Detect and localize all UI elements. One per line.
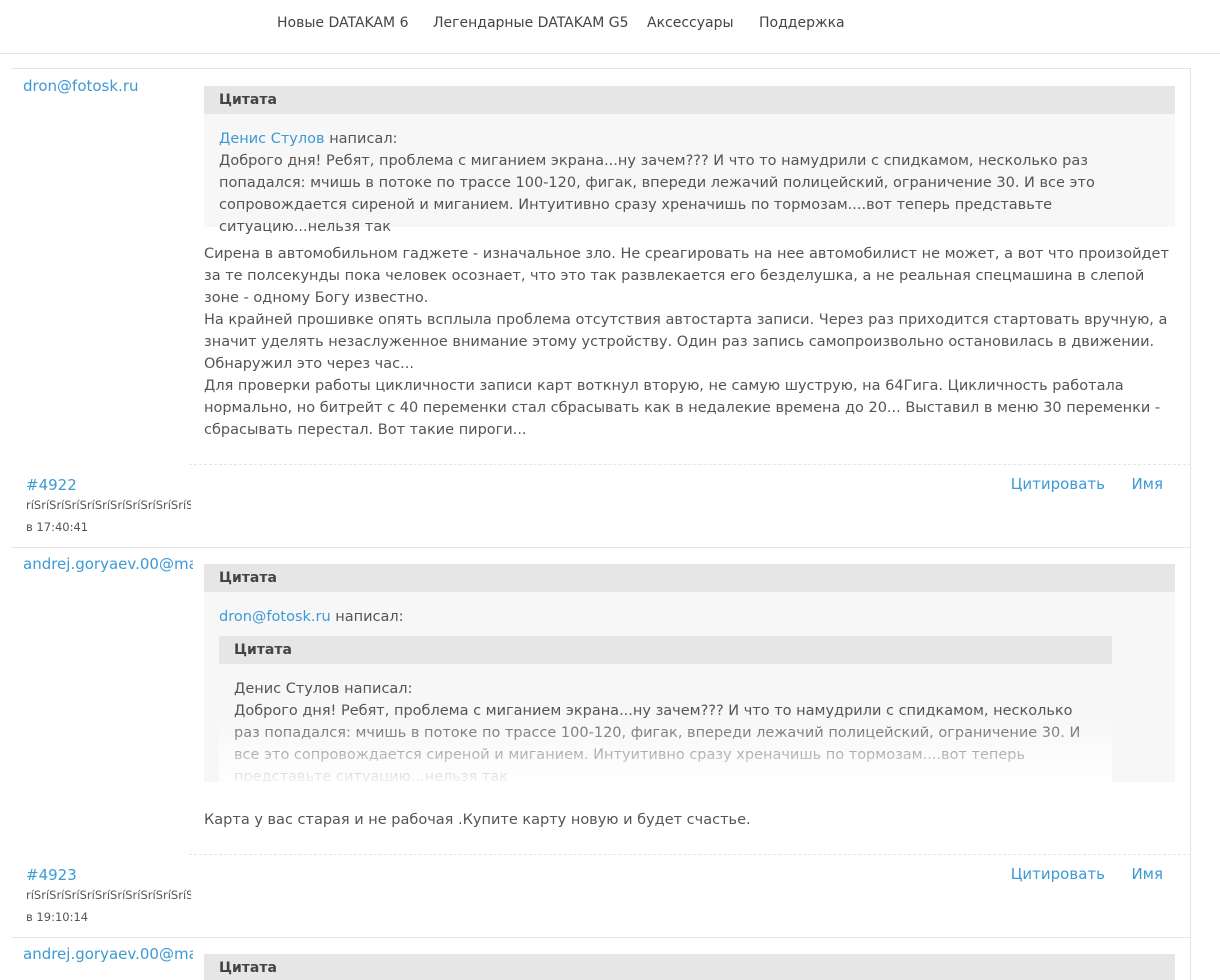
post-author[interactable]: dron@fotosk.ru (23, 77, 193, 95)
quote-body: dron@fotosk.ru написал: Цитата Денис Сту… (204, 592, 1175, 782)
post-paragraph: Для проверки работы цикличности записи к… (204, 378, 1161, 438)
quote-button[interactable]: Цитировать (1011, 865, 1105, 883)
quote-header: Цитата (204, 564, 1175, 592)
name-button[interactable]: Имя (1131, 475, 1163, 493)
post-author[interactable]: andrej.goryaev.00@mail.ru (23, 945, 193, 963)
quote-wrote-label: написал: (335, 609, 404, 625)
nested-quote-body: Денис Стулов написал: Доброго дня! Ребят… (219, 664, 1112, 782)
post-number-link[interactable]: #4923 (26, 866, 196, 884)
quote-block: Цитата Денис Стулов написал: Доброго дня… (204, 86, 1175, 235)
post-actions: Цитировать Имя (989, 475, 1163, 493)
quoted-author-link[interactable]: dron@fotosk.ru (219, 609, 331, 625)
quote-header: Цитата (204, 86, 1175, 114)
name-button[interactable]: Имя (1131, 865, 1163, 883)
nav-support[interactable]: Поддержка (759, 14, 845, 32)
nested-quote-author: Денис Стулов написал: (234, 681, 413, 697)
quote-block: Цитата (204, 954, 1175, 980)
post-meta: #4923 ríSríSríSríSríSríSríSríSríSríSríSr… (26, 866, 196, 928)
post-time: в 17:40:41 (26, 520, 89, 534)
post-footer-divider (189, 464, 1191, 465)
post-paragraph: Сирена в автомобильном гаджете - изначал… (204, 246, 1169, 306)
quote-body: Денис Стулов написал: Доброго дня! Ребят… (204, 114, 1175, 238)
post-time: в 19:10:14 (26, 910, 89, 924)
post-date: ríSríSríSríSríSríSríSríSríSríSríSrí (26, 888, 191, 902)
post-body: Сирена в автомобильном гаджете - изначал… (204, 243, 1179, 441)
nested-quote-text: Доброго дня! Ребят, проблема с миганием … (234, 703, 1081, 782)
quoted-author-link[interactable]: Денис Стулов (219, 131, 325, 147)
nested-quote-header: Цитата (219, 636, 1112, 664)
nested-quote-block: Цитата Денис Стулов написал: Доброго дня… (219, 636, 1112, 782)
forum-thread: dron@fotosk.ru Цитата Денис Стулов напис… (12, 68, 1191, 980)
post-footer-divider (189, 854, 1191, 855)
quote-wrote-label: написал: (329, 131, 398, 147)
post-date: ríSríSríSríSríSríSríSríSríSríSríSrí (26, 498, 191, 512)
nav-datakam-g5[interactable]: Легендарные DATAKAM G5 (433, 14, 629, 32)
post-paragraph: На крайней прошивке опять всплыла пробле… (204, 312, 1168, 372)
quote-text: Доброго дня! Ребят, проблема с миганием … (219, 153, 1095, 235)
post-paragraph: Карта у вас старая и не рабочая .Купите … (204, 812, 751, 828)
post-meta: #4922 ríSríSríSríSríSríSríSríSríSríSríSr… (26, 476, 196, 538)
quote-header: Цитата (204, 954, 1175, 980)
post-actions: Цитировать Имя (989, 865, 1163, 883)
post-divider (12, 547, 1191, 548)
nav-datakam-6[interactable]: Новые DATAKAM 6 (277, 14, 408, 32)
post-divider (12, 937, 1191, 938)
top-navigation: Новые DATAKAM 6 Легендарные DATAKAM G5 А… (0, 0, 1220, 54)
post-number-link[interactable]: #4922 (26, 476, 196, 494)
quote-button[interactable]: Цитировать (1011, 475, 1105, 493)
post-body: Карта у вас старая и не рабочая .Купите … (204, 809, 1179, 831)
post-author[interactable]: andrej.goryaev.00@mail.ru (23, 555, 193, 573)
nav-accessories[interactable]: Аксессуары (647, 14, 734, 32)
quote-block: Цитата dron@fotosk.ru написал: Цитата Де… (204, 564, 1175, 782)
